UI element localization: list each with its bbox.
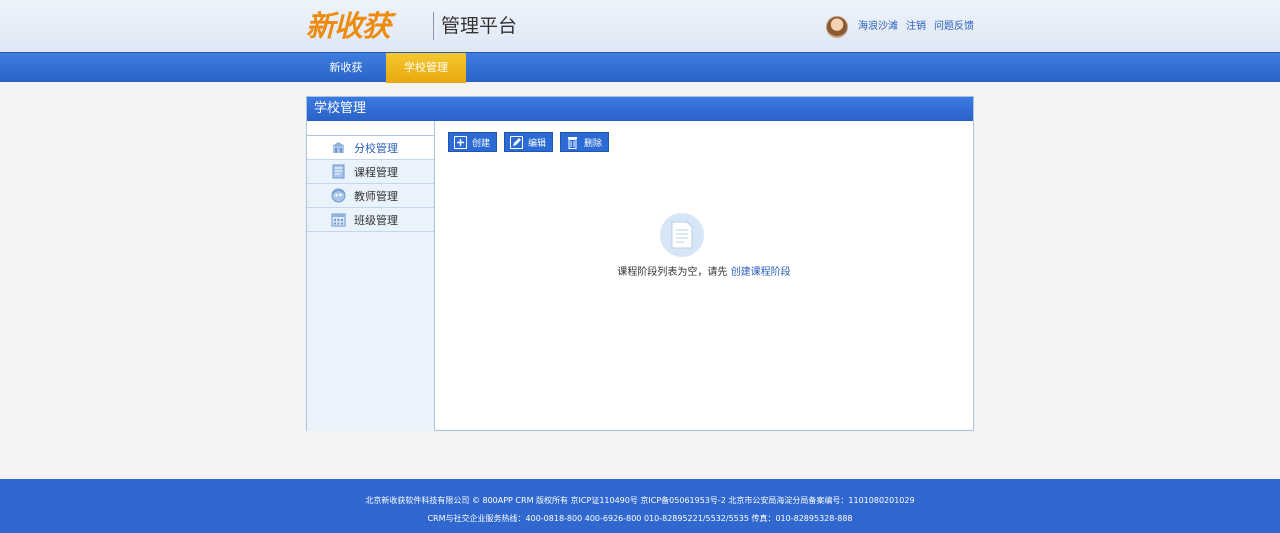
trash-icon	[566, 136, 579, 149]
sidebar-item-label: 课程管理	[354, 165, 398, 179]
sidebar: 分校管理 课程管理 教师管理 班级管理	[307, 121, 435, 431]
logout-link[interactable]: 注销	[906, 16, 926, 38]
content-area: 创建 编辑 删除 课程阶段列表为空，请先 创建课程阶段	[435, 121, 973, 431]
empty-message-text: 课程阶段列表为空，请先	[617, 267, 728, 278]
teacher-icon	[331, 188, 346, 203]
plus-box-icon	[454, 135, 467, 149]
logo-trademark: ™	[391, 12, 399, 20]
footer: 北京新收获软件科技有限公司 © 800APP CRM 版权所有 京ICP证110…	[0, 479, 1280, 533]
school-icon	[331, 140, 346, 155]
edit-button-label: 编辑	[528, 138, 547, 149]
calendar-icon	[331, 212, 346, 227]
feedback-link[interactable]: 问题反馈	[934, 16, 974, 38]
panel-title: 学校管理	[307, 97, 973, 121]
sidebar-item-teacher-management[interactable]: 教师管理	[307, 184, 434, 208]
nav-tab-home[interactable]: 新收获	[306, 53, 386, 83]
sidebar-item-class-management[interactable]: 班级管理	[307, 208, 434, 232]
sidebar-item-label: 班级管理	[354, 213, 398, 227]
edit-button[interactable]: 编辑	[504, 132, 554, 152]
toolbar: 创建 编辑 删除	[448, 132, 610, 152]
create-button-label: 创建	[472, 138, 491, 149]
header: 新收获 ™ 管理平台 海浪沙滩 注销 问题反馈	[0, 0, 1280, 52]
create-course-stage-link[interactable]: 创建课程阶段	[731, 267, 791, 278]
empty-state-message: 课程阶段列表为空，请先 创建课程阶段	[435, 263, 973, 278]
footer-hotline: CRM与社交企业服务热线：400-0818-800 400-6926-800 0…	[427, 514, 853, 523]
sidebar-item-label: 教师管理	[354, 189, 398, 203]
avatar[interactable]	[826, 16, 848, 38]
user-area: 海浪沙滩 注销 问题反馈	[826, 16, 974, 38]
sidebar-header	[307, 121, 434, 136]
nav-tab-school-management[interactable]: 学校管理	[386, 53, 466, 83]
logo[interactable]: 新收获 ™	[306, 6, 398, 46]
course-icon	[331, 164, 346, 179]
sidebar-item-course-management[interactable]: 课程管理	[307, 160, 434, 184]
edit-icon	[510, 135, 524, 149]
delete-button-label: 删除	[584, 138, 603, 149]
user-name-link[interactable]: 海浪沙滩	[858, 16, 898, 38]
school-management-panel: 学校管理 分校管理 课程管理 教师管理 班级管理 创建 编辑 删除 课程阶段列表…	[306, 96, 974, 431]
sidebar-item-branch-management[interactable]: 分校管理	[307, 136, 434, 160]
sidebar-item-label: 分校管理	[354, 141, 398, 155]
main-nav: 新收获 学校管理	[0, 52, 1280, 83]
delete-button[interactable]: 删除	[560, 132, 610, 152]
logo-divider	[433, 12, 434, 40]
footer-copyright: 北京新收获软件科技有限公司 © 800APP CRM 版权所有 京ICP证110…	[365, 496, 915, 505]
platform-title: 管理平台	[441, 15, 518, 37]
empty-list-icon	[660, 213, 704, 257]
logo-text: 新收获	[306, 9, 391, 43]
create-button[interactable]: 创建	[448, 132, 498, 152]
